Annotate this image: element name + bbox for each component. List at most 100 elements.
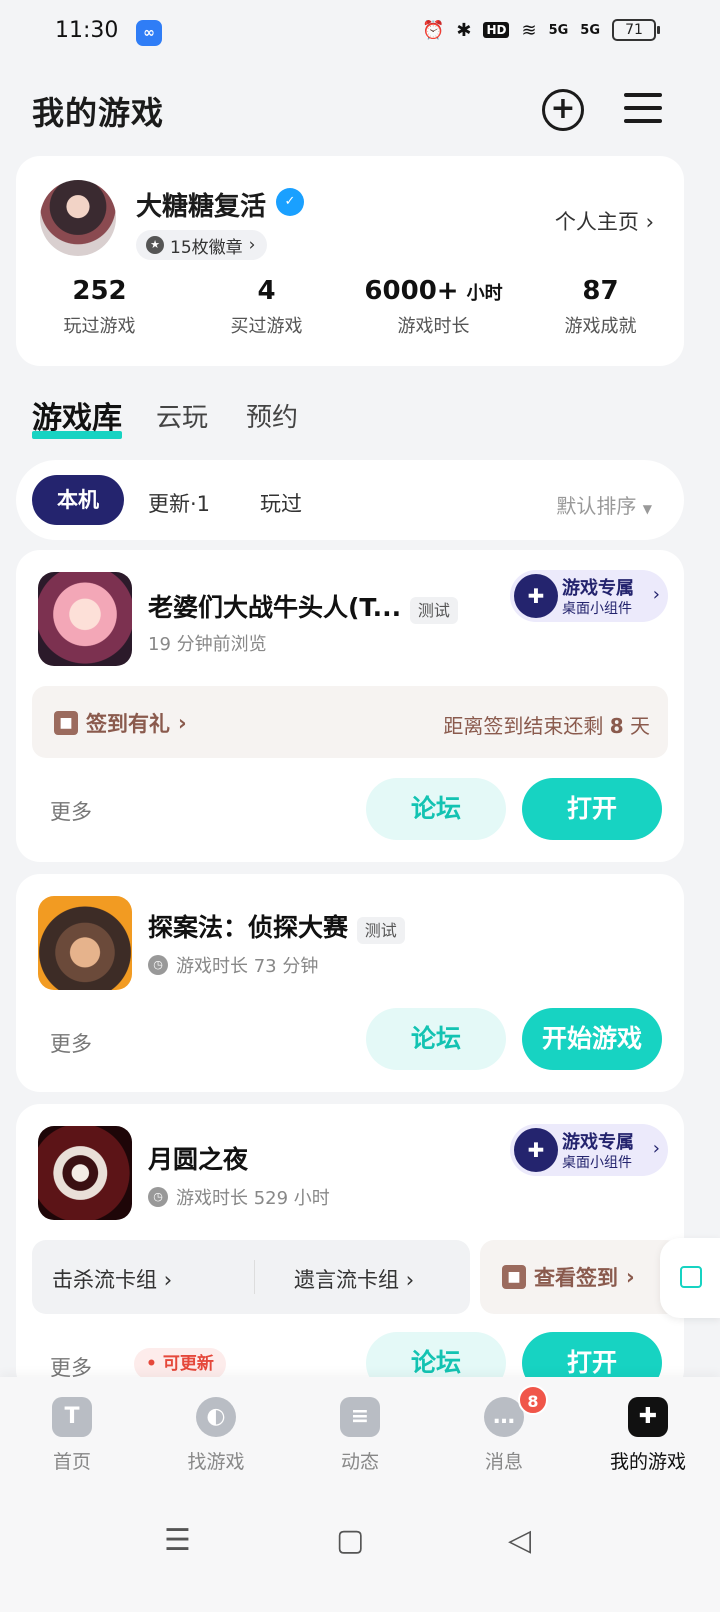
checkin-remaining-prefix: 距离签到结束还剩 <box>443 714 604 738</box>
game-title[interactable]: 老婆们大战牛头人(T... 测试 <box>148 588 458 624</box>
deck-links: 击杀流卡组 › 遗言流卡组 › <box>32 1240 470 1314</box>
tab-reservations[interactable]: 预约 <box>246 397 298 434</box>
nav-feed[interactable]: ≡ 动态 <box>288 1397 432 1474</box>
stat-value: 6000+ <box>364 276 459 306</box>
stat-playtime[interactable]: 6000+ 小时 游戏时长 <box>350 276 517 338</box>
battery-icon: 71 <box>612 19 660 41</box>
caret-down-icon: ▼ <box>642 502 652 516</box>
forum-button[interactable]: 论坛 <box>366 778 506 840</box>
chevron-right-icon: › <box>248 235 256 255</box>
hd-icon: HD <box>483 22 510 38</box>
home-button-icon[interactable]: ▢ <box>336 1523 364 1558</box>
game-icon[interactable] <box>38 896 132 990</box>
deck-lastwords-link[interactable]: 遗言流卡组 › <box>294 1264 414 1294</box>
checkin-link[interactable]: ■ 签到有礼 › <box>54 708 187 738</box>
game-subtitle: 19 分钟前浏览 <box>148 634 267 655</box>
chevron-right-icon: › <box>178 711 187 735</box>
playtime: 游戏时长 73 分钟 <box>176 956 319 977</box>
gift-icon: ■ <box>54 711 78 735</box>
profile-card: 大糖糖复活 ✓ ★ 15枚徽章 › 个人主页 › 252 玩过游戏 4 买过游戏… <box>16 156 684 366</box>
wifi-icon: ≋ <box>521 19 537 41</box>
profile-home-link[interactable]: 个人主页 › <box>555 206 654 236</box>
profile-home-label: 个人主页 <box>554 210 639 234</box>
unread-badge: 8 <box>518 1385 548 1415</box>
avatar[interactable] <box>40 180 116 256</box>
more-button[interactable]: 更多 <box>50 1028 92 1058</box>
recent-apps-icon[interactable]: ☰ <box>164 1523 191 1558</box>
playtime: 游戏时长 529 小时 <box>176 1188 330 1209</box>
filter-chip-played[interactable]: 玩过 <box>260 488 302 518</box>
game-card: 月圆之夜 ◷ 游戏时长 529 小时 ✚ 游戏专属 桌面小组件 › 击杀流卡组 … <box>16 1104 684 1394</box>
chevron-right-icon: › <box>652 1138 660 1159</box>
sort-dropdown[interactable]: 默认排序 ▼ <box>556 490 652 519</box>
status-icons: ⏰ ✱ HD ≋ 5G 5G 71 <box>422 19 660 41</box>
checkin-remaining: 距离签到结束还剩 8 天 <box>443 710 650 739</box>
nav-label: 消息 <box>484 1451 523 1473</box>
timer-icon: ◷ <box>148 955 168 975</box>
update-available-badge[interactable]: 可更新 <box>134 1348 226 1380</box>
badge-count-button[interactable]: ★ 15枚徽章 › <box>136 230 268 260</box>
forum-button[interactable]: 论坛 <box>366 1008 506 1070</box>
floating-download-button[interactable] <box>660 1238 720 1318</box>
checkin-label: 签到有礼 <box>86 712 170 736</box>
game-title[interactable]: 探案法：侦探大赛 测试 <box>148 908 405 944</box>
nav-label: 首页 <box>52 1451 91 1473</box>
nav-find-games[interactable]: ◐ 找游戏 <box>144 1397 288 1474</box>
user-name[interactable]: 大糖糖复活 <box>136 186 266 223</box>
chevron-right-icon: › <box>163 1268 173 1292</box>
signal-icon: 5G <box>548 22 569 38</box>
widget-subtitle: 桌面小组件 <box>562 1155 632 1171</box>
game-card: 老婆们大战牛头人(T... 测试 19 分钟前浏览 ✚ 游戏专属 桌面小组件 ›… <box>16 550 684 862</box>
sort-label: 默认排序 <box>556 494 637 518</box>
stat-value-row: 6000+ 小时 <box>350 276 517 306</box>
page-title: 我的游戏 <box>32 94 165 132</box>
filter-bar: 本机 更新·1 玩过 默认排序 ▼ <box>16 460 684 540</box>
tab-game-library[interactable]: 游戏库 <box>32 393 122 439</box>
open-button[interactable]: 打开 <box>522 778 662 840</box>
stat-unit: 小时 <box>466 283 503 304</box>
back-icon[interactable]: ◁ <box>508 1523 531 1558</box>
stat-achievements[interactable]: 87 游戏成就 <box>517 276 684 338</box>
planet-icon: ◐ <box>196 1397 236 1437</box>
nav-messages[interactable]: … 8 消息 <box>432 1385 576 1474</box>
infinity-app-icon: ∞ <box>136 20 162 46</box>
stat-bought[interactable]: 4 买过游戏 <box>183 276 350 338</box>
verified-icon: ✓ <box>276 188 304 216</box>
divider <box>254 1260 255 1294</box>
view-checkin-row: ■ 查看签到 › <box>502 1262 635 1292</box>
stat-played[interactable]: 252 玩过游戏 <box>16 276 183 338</box>
desktop-widget-button[interactable]: ✚ 游戏专属 桌面小组件 › <box>510 570 668 622</box>
add-icon[interactable]: + <box>542 89 584 131</box>
game-icon[interactable] <box>38 1126 132 1220</box>
game-icon[interactable] <box>38 572 132 666</box>
nav-home[interactable]: T 首页 <box>0 1397 144 1474</box>
home-icon: T <box>52 1397 92 1437</box>
view-checkin-button[interactable]: ■ 查看签到 › <box>480 1240 680 1314</box>
more-button[interactable]: 更多 <box>50 796 92 826</box>
deck-kill-link[interactable]: 击杀流卡组 › <box>52 1264 172 1294</box>
menu-icon[interactable] <box>624 93 662 127</box>
signal-icon-2: 5G <box>580 22 600 38</box>
timer-icon: ◷ <box>148 1187 168 1207</box>
stat-label: 玩过游戏 <box>63 316 136 337</box>
stat-value: 87 <box>582 276 619 306</box>
game-card: 探案法：侦探大赛 测试 ◷ 游戏时长 73 分钟 更多 论坛 开始游戏 <box>16 874 684 1092</box>
checkin-bar[interactable]: ■ 签到有礼 › 距离签到结束还剩 8 天 <box>32 686 668 758</box>
filter-chip-updates[interactable]: 更新·1 <box>148 488 210 518</box>
game-subtitle: ◷ 游戏时长 529 小时 <box>148 1184 330 1210</box>
game-title[interactable]: 月圆之夜 <box>148 1140 248 1176</box>
tab-cloud-play[interactable]: 云玩 <box>156 397 208 434</box>
filter-chip-local[interactable]: 本机 <box>32 475 124 525</box>
feed-icon: ≡ <box>340 1397 380 1437</box>
medal-icon: ★ <box>146 236 164 254</box>
widget-subtitle: 桌面小组件 <box>562 601 632 617</box>
game-title-text: 老婆们大战牛头人(T... <box>148 593 402 622</box>
desktop-widget-button[interactable]: ✚ 游戏专属 桌面小组件 › <box>510 1124 668 1176</box>
nav-my-games[interactable]: ✚ 我的游戏 <box>576 1397 720 1474</box>
badge-count: 15枚徽章 <box>170 237 243 258</box>
stat-value: 252 <box>72 276 127 306</box>
stat-label: 买过游戏 <box>230 316 303 337</box>
widget-title: 游戏专属 <box>562 1132 634 1153</box>
nav-label: 找游戏 <box>187 1451 245 1473</box>
start-game-button[interactable]: 开始游戏 <box>522 1008 662 1070</box>
